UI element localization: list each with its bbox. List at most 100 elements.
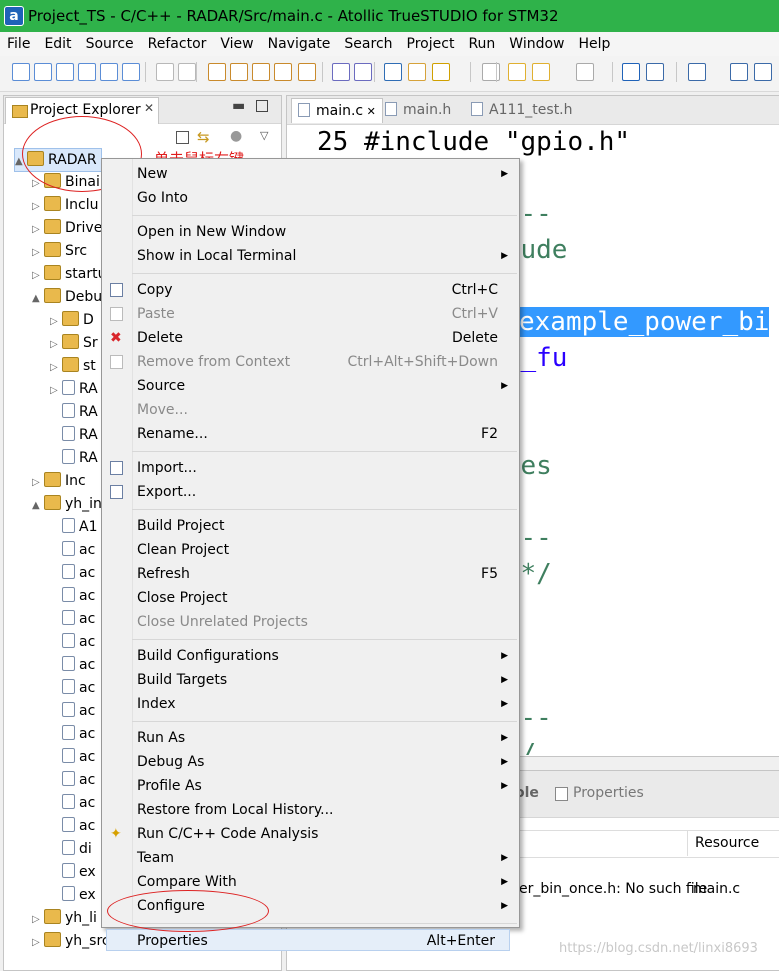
tree-item[interactable]: ▷ Src <box>32 240 87 262</box>
rebuild-icon[interactable] <box>274 63 292 81</box>
chevron-icon[interactable]: ▲ <box>32 288 44 310</box>
new-source-icon[interactable] <box>12 63 30 81</box>
new-project-icon[interactable] <box>78 63 96 81</box>
menu-item-delete[interactable]: Delete Delete <box>137 327 512 349</box>
menu-item-index[interactable]: Index ▶ <box>137 693 512 715</box>
clean-icon[interactable] <box>252 63 270 81</box>
menu-help[interactable]: Help <box>572 32 618 56</box>
tree-item[interactable]: ▷ st <box>50 355 96 377</box>
column-resource[interactable]: Resource <box>695 835 759 851</box>
tree-item[interactable]: ac <box>50 585 95 607</box>
menu-item-close-project[interactable]: Close Project <box>137 587 512 609</box>
link-editor-icon[interactable]: ⇆ <box>197 128 210 146</box>
tree-item[interactable]: ac <box>50 608 95 630</box>
tree-item[interactable]: RA <box>50 424 98 446</box>
menu-item-rename[interactable]: Rename... F2 <box>137 423 512 445</box>
tree-item[interactable]: ac <box>50 723 95 745</box>
tree-item[interactable]: ac <box>50 769 95 791</box>
close-icon[interactable]: ✕ <box>363 105 376 118</box>
chevron-icon[interactable]: ▷ <box>32 932 44 954</box>
tree-item[interactable]: ▷ Sr <box>50 332 98 354</box>
filter-icon[interactable]: ● <box>230 128 242 144</box>
tree-item[interactable]: ▷ Drive <box>32 217 102 239</box>
tree-item[interactable]: ▲ yh_in <box>32 493 102 515</box>
tab-main-h[interactable]: main.h <box>379 98 457 122</box>
tree-item[interactable]: ac <box>50 700 95 722</box>
chevron-icon[interactable]: ▷ <box>32 265 44 287</box>
menu-item-build-project[interactable]: Build Project <box>137 515 512 537</box>
search-icon[interactable] <box>482 63 500 81</box>
exit-icon[interactable] <box>754 63 772 81</box>
new-class-icon[interactable] <box>56 63 74 81</box>
menu-source[interactable]: Source <box>79 32 141 56</box>
tree-item[interactable]: di <box>50 838 92 860</box>
tree-item[interactable]: ▷ D <box>50 309 94 331</box>
tree-item[interactable]: ex <box>50 884 96 906</box>
menu-item-source[interactable]: Source ▶ <box>137 375 512 397</box>
menu-item-go-into[interactable]: Go Into <box>137 187 512 209</box>
menu-item-copy[interactable]: Copy Ctrl+C <box>137 279 512 301</box>
terminal-icon[interactable] <box>384 63 402 81</box>
tree-item[interactable]: ▷ Inclu <box>32 194 98 216</box>
menu-item-build-targets[interactable]: Build Targets ▶ <box>137 669 512 691</box>
chevron-icon[interactable]: ▷ <box>50 334 62 356</box>
menu-item-run-as[interactable]: Run As ▶ <box>137 727 512 749</box>
menu-window[interactable]: Window <box>502 32 571 56</box>
tree-item[interactable]: ac <box>50 815 95 837</box>
menu-item-open-in-new-window[interactable]: Open in New Window <box>137 221 512 243</box>
info-icon[interactable] <box>622 63 640 81</box>
tree-item[interactable]: ▷ yh_li <box>32 907 97 929</box>
hammer-icon[interactable] <box>298 63 316 81</box>
menu-edit[interactable]: Edit <box>37 32 78 56</box>
menu-project[interactable]: Project <box>400 32 462 56</box>
run-icon[interactable] <box>432 63 450 81</box>
menu-item-run-c-c-code-analysis[interactable]: Run C/C++ Code Analysis <box>137 823 512 845</box>
chevron-icon[interactable]: ▷ <box>32 472 44 494</box>
tab-a111_test-h[interactable]: A111_test.h <box>465 98 579 122</box>
tree-item[interactable]: ac <box>50 792 95 814</box>
debug-icon[interactable] <box>332 63 350 81</box>
close-icon[interactable]: ✕ <box>144 101 154 115</box>
save-all-icon[interactable] <box>178 63 196 81</box>
tab-main-c[interactable]: main.c ✕ <box>291 98 383 123</box>
menu-item-clean-project[interactable]: Clean Project <box>137 539 512 561</box>
tree-item[interactable]: ac <box>50 677 95 699</box>
tree-item[interactable]: ac <box>50 562 95 584</box>
forward-icon[interactable] <box>532 63 550 81</box>
tree-item[interactable]: ex <box>50 861 96 883</box>
menu-file[interactable]: File <box>0 32 37 56</box>
menu-item-export[interactable]: Export... <box>137 481 512 503</box>
chevron-icon[interactable]: ▷ <box>32 242 44 264</box>
tree-item[interactable]: ac <box>50 631 95 653</box>
back-icon[interactable] <box>508 63 526 81</box>
new-file-icon[interactable] <box>122 63 140 81</box>
new-header-icon[interactable] <box>34 63 52 81</box>
chevron-icon[interactable]: ▷ <box>32 909 44 931</box>
new-folder-icon[interactable] <box>100 63 118 81</box>
chevron-icon[interactable]: ▷ <box>50 311 62 333</box>
tree-item[interactable]: ▷ Inc <box>32 470 86 492</box>
menu-item-show-in-local-terminal[interactable]: Show in Local Terminal ▶ <box>137 245 512 267</box>
tree-item[interactable]: ▷ RA <box>50 378 98 400</box>
tree-item[interactable]: ▲ Debu <box>32 286 102 308</box>
chevron-icon[interactable]: ▷ <box>32 196 44 218</box>
folder-open-icon[interactable] <box>408 63 426 81</box>
build-icon[interactable] <box>208 63 226 81</box>
view-menu-icon[interactable]: ▽ <box>260 129 268 142</box>
menu-item-build-configurations[interactable]: Build Configurations ▶ <box>137 645 512 667</box>
window-icon[interactable] <box>646 63 664 81</box>
chevron-icon[interactable]: ▷ <box>50 357 62 379</box>
save-icon[interactable] <box>156 63 174 81</box>
tree-item[interactable]: A1 <box>50 516 97 538</box>
build-all-icon[interactable] <box>230 63 248 81</box>
tree-item[interactable]: RA <box>50 447 98 469</box>
tree-item[interactable]: ac <box>50 539 95 561</box>
tab-properties[interactable]: Properties <box>573 785 644 801</box>
menu-refactor[interactable]: Refactor <box>141 32 214 56</box>
menu-item-team[interactable]: Team ▶ <box>137 847 512 869</box>
menu-item-refresh[interactable]: Refresh F5 <box>137 563 512 585</box>
maximize-icon[interactable] <box>256 100 268 112</box>
tree-item[interactable]: ac <box>50 746 95 768</box>
fullscreen-icon[interactable] <box>730 63 748 81</box>
menu-view[interactable]: View <box>213 32 260 56</box>
